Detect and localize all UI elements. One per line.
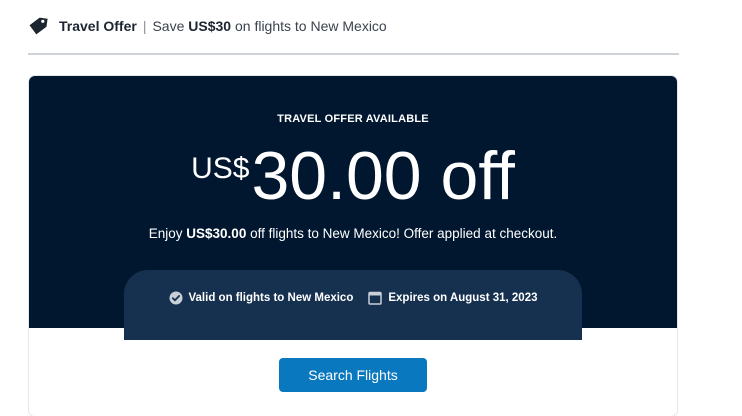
calendar-icon (368, 291, 383, 305)
description-prefix: Enjoy (148, 226, 187, 241)
offer-currency: US$ (191, 152, 250, 185)
header-divider (28, 53, 679, 55)
header-subtitle-amount: US$30 (188, 18, 232, 34)
header-subtitle-suffix: on flights to New Mexico (231, 18, 387, 34)
offer-hero: TRAVEL OFFER AVAILABLE US$30.00 off Enjo… (29, 76, 677, 340)
offer-description: Enjoy US$30.00 off flights to New Mexico… (29, 226, 677, 241)
offer-details-panel: Valid on flights to New Mexico Expires o… (124, 270, 582, 340)
header-title: Travel Offer (59, 18, 137, 34)
detail-expiry: Expires on August 31, 2023 (368, 291, 538, 305)
offer-eyebrow: TRAVEL OFFER AVAILABLE (277, 113, 429, 125)
offer-amount-value: 30.00 off (251, 138, 515, 214)
detail-valid-text: Valid on flights to New Mexico (188, 292, 354, 304)
header-separator: | (142, 18, 147, 34)
search-flights-button[interactable]: Search Flights (279, 358, 427, 392)
header-subtitle: Save US$30 on flights to New Mexico (152, 18, 386, 34)
offer-amount: US$30.00 off (29, 138, 677, 214)
detail-valid: Valid on flights to New Mexico (169, 291, 354, 305)
tag-icon (28, 16, 48, 36)
header-subtitle-prefix: Save (152, 18, 189, 34)
offer-card: TRAVEL OFFER AVAILABLE US$30.00 off Enjo… (29, 76, 677, 416)
description-suffix: off flights to New Mexico! Offer applied… (246, 226, 558, 241)
description-amount: US$30.00 (186, 226, 247, 241)
offer-header: Travel Offer | Save US$30 on flights to … (28, 14, 387, 38)
check-circle-icon (169, 291, 183, 305)
detail-expiry-text: Expires on August 31, 2023 (388, 292, 538, 304)
